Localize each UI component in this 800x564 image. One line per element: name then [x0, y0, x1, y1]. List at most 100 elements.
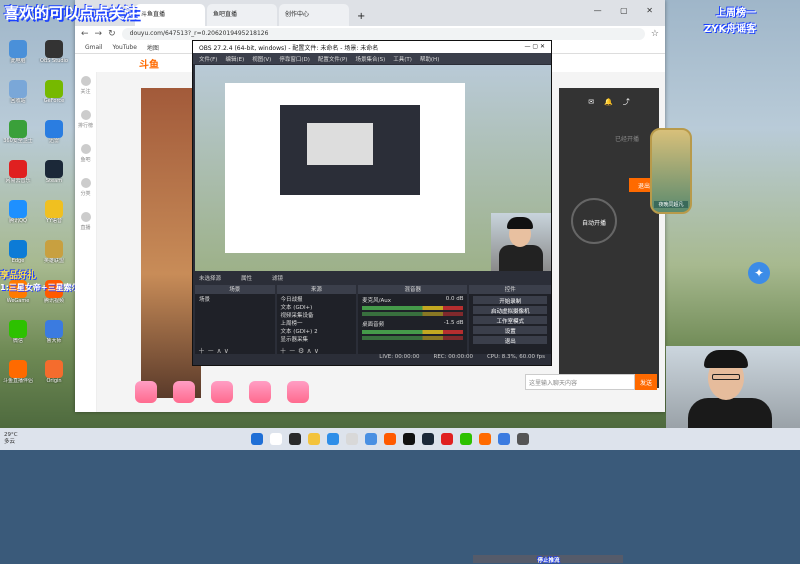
reload-icon[interactable]: ↻ — [108, 29, 116, 39]
new-tab-button[interactable]: + — [351, 7, 371, 26]
desktop-icon[interactable]: 网易云音乐 — [0, 160, 36, 194]
taskbar-app-icon[interactable] — [479, 433, 491, 445]
obs-docks: 场景 场景 ＋ － ∧ ∨ 来源 今日战报 文本 (GDI+) 视频采集设备 上周榜一… — [195, 285, 624, 564]
auto-live-button[interactable]: 自动开播 — [571, 198, 617, 244]
taskbar-app-icon[interactable] — [403, 433, 415, 445]
taskbar-app-icon[interactable] — [441, 433, 453, 445]
badge-label: 夜晚同超凡 — [654, 201, 688, 208]
obs-control-button[interactable]: 停止推流 — [473, 555, 624, 564]
desktop-icon[interactable]: GeForce — [36, 80, 72, 114]
side-nav-item[interactable]: 排行榜 — [75, 106, 96, 140]
nav-icon — [80, 144, 91, 154]
url-input[interactable]: douyu.com/647513?_r=0.2062019495218126 — [121, 28, 645, 40]
scene-item[interactable]: 场景 — [195, 294, 275, 302]
obs-menu-item[interactable]: 停靠窗口(D) — [279, 55, 310, 63]
desktop-icon[interactable]: 此电脑 — [0, 40, 36, 74]
gift-icon[interactable] — [249, 381, 271, 403]
taskbar-app-icon[interactable] — [422, 433, 434, 445]
obs-menu-item[interactable]: 视图(V) — [252, 55, 271, 63]
weather-widget[interactable]: 29°C 多云 — [0, 432, 60, 446]
obs-control-button[interactable]: 开始录制 — [473, 296, 547, 305]
volume-slider[interactable] — [362, 312, 464, 316]
desktop-icon-label: 360安全卫士 — [3, 138, 33, 144]
back-icon[interactable]: ← — [81, 29, 89, 39]
desktop-icon[interactable]: 回收站 — [0, 80, 36, 114]
desktop-icon[interactable]: 微信 — [0, 320, 36, 354]
source-item[interactable]: 今日战报 — [277, 294, 357, 302]
app-icon — [45, 120, 63, 138]
gift-icon[interactable] — [287, 381, 309, 403]
source-item[interactable]: 显示器采集 — [277, 334, 357, 342]
taskbar-app-icon[interactable] — [327, 433, 339, 445]
taskbar-apps — [60, 433, 720, 445]
desktop-icon[interactable]: 腾讯QQ — [0, 200, 36, 234]
taskbar-app-icon[interactable] — [289, 433, 301, 445]
filters-button[interactable]: 滤镜 — [272, 274, 283, 282]
obs-menu-item[interactable]: 编辑(E) — [225, 55, 244, 63]
bell-icon[interactable]: 🔔 — [604, 98, 613, 106]
send-button[interactable]: 发送 — [635, 374, 657, 390]
window-controls[interactable]: — ▢ ✕ — [594, 6, 661, 15]
obs-menu-item[interactable]: 帮助(H) — [420, 55, 439, 63]
gift-icon[interactable] — [211, 381, 233, 403]
desktop-icon[interactable]: 迅雷 — [36, 120, 72, 154]
obs-menu-item[interactable]: 文件(F) — [199, 55, 217, 63]
bird-icon[interactable]: ✦ — [748, 262, 770, 284]
source-item[interactable]: 文本 (GDI+) 2 — [277, 326, 357, 334]
taskbar-app-icon[interactable] — [498, 433, 510, 445]
source-item[interactable]: 上周榜一 — [277, 318, 357, 326]
obs-control-button[interactable]: 启动虚拟摄像机 — [473, 306, 547, 315]
side-nav-item[interactable]: 直播 — [75, 208, 96, 242]
gift-bar — [135, 380, 565, 404]
star-icon[interactable]: ☆ — [651, 29, 659, 39]
obs-menu-item[interactable]: 配置文件(P) — [318, 55, 348, 63]
properties-button[interactable]: 属性 — [241, 274, 252, 282]
taskbar-app-icon[interactable] — [384, 433, 396, 445]
obs-control-button[interactable]: 设置 — [473, 326, 547, 335]
obs-source-toolbar: 未选择源 属性 滤镜 — [195, 273, 551, 283]
obs-preview[interactable] — [195, 65, 551, 271]
obs-menu-item[interactable]: 工具(T) — [393, 55, 412, 63]
chat-input[interactable]: 这里输入聊天内容 — [525, 374, 635, 390]
obs-control-button[interactable]: 工作室模式 — [473, 316, 547, 325]
desktop-icon[interactable]: 鲁大师 — [36, 320, 72, 354]
bookmark-maps[interactable]: 地图 — [147, 43, 159, 52]
side-nav-item[interactable]: 关注 — [75, 72, 96, 106]
desktop-icon[interactable]: YY语音 — [36, 200, 72, 234]
side-nav-item[interactable]: 鱼吧 — [75, 140, 96, 174]
tab-creator[interactable]: 创作中心 — [279, 4, 349, 26]
douyu-logo[interactable]: 斗鱼 — [139, 56, 159, 71]
obs-control-button[interactable]: 退出 — [473, 336, 547, 345]
gift-icon[interactable] — [135, 381, 157, 403]
mixer-dock: 混音器 麦克风/Aux 0.0 dB 桌面音频 -1.5 dB — [358, 285, 468, 355]
anchor-badge[interactable]: 夜晚同超凡 — [650, 128, 692, 214]
app-icon — [9, 240, 27, 258]
desktop-icon[interactable]: Steam — [36, 160, 72, 194]
desktop-icon-label: 腾讯QQ — [9, 218, 27, 224]
message-icon[interactable]: ✉ — [588, 98, 594, 106]
side-nav-item[interactable]: 分类 — [75, 174, 96, 208]
gift-icon[interactable] — [173, 381, 195, 403]
bookmark-youtube[interactable]: YouTube — [113, 44, 137, 51]
desktop-icon[interactable]: 360安全卫士 — [0, 120, 36, 154]
desktop-icon[interactable]: OBS Studio — [36, 40, 72, 74]
volume-slider[interactable] — [362, 336, 464, 340]
source-item[interactable]: 视频采集设备 — [277, 310, 357, 318]
obs-menu-item[interactable]: 场景集合(S) — [355, 55, 385, 63]
taskbar-app-icon[interactable] — [517, 433, 529, 445]
taskbar-app-icon[interactable] — [460, 433, 472, 445]
tab-douyu[interactable]: 斗鱼直播 — [135, 4, 205, 26]
forward-icon[interactable]: → — [95, 29, 103, 39]
source-item[interactable]: 文本 (GDI+) — [277, 302, 357, 310]
desktop-icon[interactable]: Origin — [36, 360, 72, 394]
taskbar-app-icon[interactable] — [308, 433, 320, 445]
desktop-icon[interactable]: 斗鱼直播伴侣 — [0, 360, 36, 394]
share-icon[interactable]: ⤴ — [623, 97, 630, 107]
bookmark-gmail[interactable]: Gmail — [85, 44, 103, 51]
taskbar-app-icon[interactable] — [270, 433, 282, 445]
taskbar-app-icon[interactable] — [365, 433, 377, 445]
obs-window-controls[interactable]: — ▢ ✕ — [524, 43, 545, 51]
tab-yuba[interactable]: 鱼吧直播 — [207, 4, 277, 26]
taskbar-app-icon[interactable] — [346, 433, 358, 445]
taskbar-app-icon[interactable] — [251, 433, 263, 445]
